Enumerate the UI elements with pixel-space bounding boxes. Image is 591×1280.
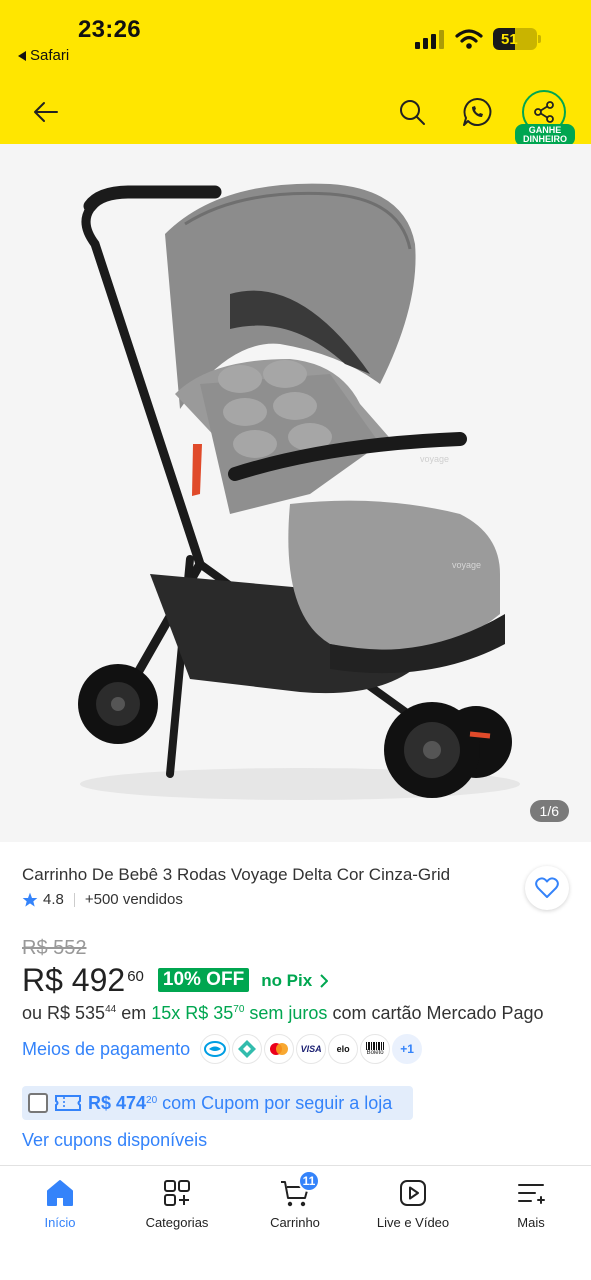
- nav-more[interactable]: Mais: [472, 1178, 590, 1230]
- elo-icon: elo: [328, 1034, 359, 1064]
- nav-live-video[interactable]: Live e Vídeo: [354, 1178, 472, 1230]
- back-triangle-icon: [18, 50, 26, 61]
- price-row: R$ 492 60 10% OFF no Pix: [22, 962, 329, 999]
- boleto-icon: Boleto: [360, 1034, 391, 1064]
- share-earn-label: GANHE DINHEIRO: [515, 124, 575, 146]
- discount-badge: 10% OFF: [157, 968, 250, 992]
- visa-text: VISA: [300, 1044, 322, 1054]
- heart-icon: [535, 877, 559, 898]
- product-title: Carrinho De Bebê 3 Rodas Voyage Delta Co…: [22, 865, 451, 884]
- old-price: R$ 552: [22, 937, 87, 959]
- back-to-safari[interactable]: Safari: [18, 47, 69, 64]
- elo-text: elo: [336, 1044, 350, 1054]
- whatsapp-button[interactable]: [459, 94, 495, 130]
- installments-total: ou R$ 535: [22, 1003, 106, 1023]
- product-gallery[interactable]: voyage voyage 1/6: [0, 144, 591, 842]
- boleto-text: Boleto: [366, 1050, 384, 1056]
- brand-mark-foot: voyage: [452, 560, 481, 570]
- current-price: R$ 492: [22, 962, 126, 998]
- nav-categories-label: Categorias: [145, 1215, 209, 1230]
- top-header: 23:26 Safari 51 GANHE DINHEIRO: [0, 0, 591, 146]
- installments-middle: em: [116, 1003, 152, 1023]
- star-icon: [22, 892, 38, 907]
- payment-methods-row: Meios de pagamento VISA elo Boleto +1: [22, 1034, 424, 1064]
- installments-plan-cents: 70: [233, 1004, 245, 1015]
- share-icon: [534, 101, 554, 123]
- rating-row[interactable]: 4.8 +500 vendidos: [22, 891, 183, 908]
- pix-icon: [232, 1034, 263, 1064]
- coupon-text: R$ 47420 com Cupom por seguir a loja: [88, 1093, 392, 1114]
- back-button[interactable]: [28, 94, 64, 130]
- battery-icon: 51: [493, 28, 537, 50]
- installments-total-cents: 44: [105, 1004, 117, 1015]
- bottom-navigation: Início Categorias 11 Carrinho Live e Víd…: [0, 1165, 591, 1280]
- system-icons: 51: [415, 28, 541, 50]
- installments-plan: 15x R$ 35: [151, 1003, 234, 1023]
- visa-icon: VISA: [296, 1034, 327, 1064]
- stroller-image: voyage voyage: [78, 183, 520, 800]
- more-payments-badge[interactable]: +1: [392, 1034, 423, 1064]
- play-icon: [400, 1180, 426, 1206]
- chevron-right-icon: [320, 974, 329, 988]
- rating-value: 4.8: [43, 891, 64, 908]
- installments-suffix: com cartão Mercado Pago: [327, 1003, 544, 1023]
- mastercard-icon: [264, 1034, 295, 1064]
- coupon-box[interactable]: R$ 47420 com Cupom por seguir a loja: [22, 1086, 413, 1120]
- installments-interest: sem juros: [244, 1003, 328, 1023]
- whatsapp-icon: [463, 97, 492, 126]
- menu-icon: [518, 1184, 545, 1204]
- pix-link[interactable]: no Pix: [261, 971, 329, 991]
- signal-icon: [415, 30, 444, 49]
- sold-count: +500 vendidos: [84, 891, 183, 908]
- installments-info: ou R$ 53544 em 15x R$ 3570 sem juros com…: [22, 1003, 544, 1024]
- home-icon: [47, 1180, 73, 1206]
- image-counter: 1/6: [529, 800, 569, 822]
- cart-badge: 11: [298, 1170, 320, 1192]
- nav-live-video-label: Live e Vídeo: [376, 1215, 450, 1230]
- ticket-icon: [55, 1095, 81, 1111]
- rating-separator: [73, 892, 75, 907]
- nav-home[interactable]: Início: [1, 1178, 119, 1230]
- wifi-icon: [455, 29, 483, 49]
- back-arrow-icon: [34, 102, 58, 122]
- see-coupons-link[interactable]: Ver cupons disponíveis: [22, 1130, 207, 1151]
- favorite-button[interactable]: [525, 866, 569, 910]
- coupon-desc: com Cupom por seguir a loja: [157, 1092, 393, 1113]
- categories-icon: [164, 1180, 190, 1206]
- payment-methods-link[interactable]: Meios de pagamento: [22, 1039, 190, 1060]
- nav-home-label: Início: [44, 1215, 76, 1230]
- current-price-cents: 60: [127, 968, 144, 985]
- battery-level: 51: [501, 30, 518, 48]
- coupon-price-cents: 20: [146, 1094, 158, 1106]
- payment-icons[interactable]: VISA elo Boleto +1: [200, 1034, 424, 1064]
- battery-tip: [538, 35, 541, 43]
- nav-categories[interactable]: Categorias: [118, 1178, 236, 1230]
- coupon-price: R$ 474: [88, 1092, 147, 1113]
- battery-indicator: 51: [493, 28, 541, 50]
- pix-label: no Pix: [261, 971, 313, 990]
- back-app-label: Safari: [30, 47, 70, 64]
- brand-mark-bar: voyage: [420, 454, 449, 464]
- share-earn-button[interactable]: GANHE DINHEIRO: [515, 88, 575, 146]
- nav-more-label: Mais: [517, 1215, 545, 1230]
- nav-cart-label: Carrinho: [270, 1215, 320, 1230]
- status-time: 23:26: [78, 16, 141, 43]
- search-icon: [400, 100, 425, 125]
- coupon-checkbox[interactable]: [28, 1093, 48, 1113]
- mercado-pago-icon: [200, 1034, 231, 1064]
- search-button[interactable]: [394, 94, 430, 130]
- nav-cart[interactable]: 11 Carrinho: [236, 1170, 354, 1230]
